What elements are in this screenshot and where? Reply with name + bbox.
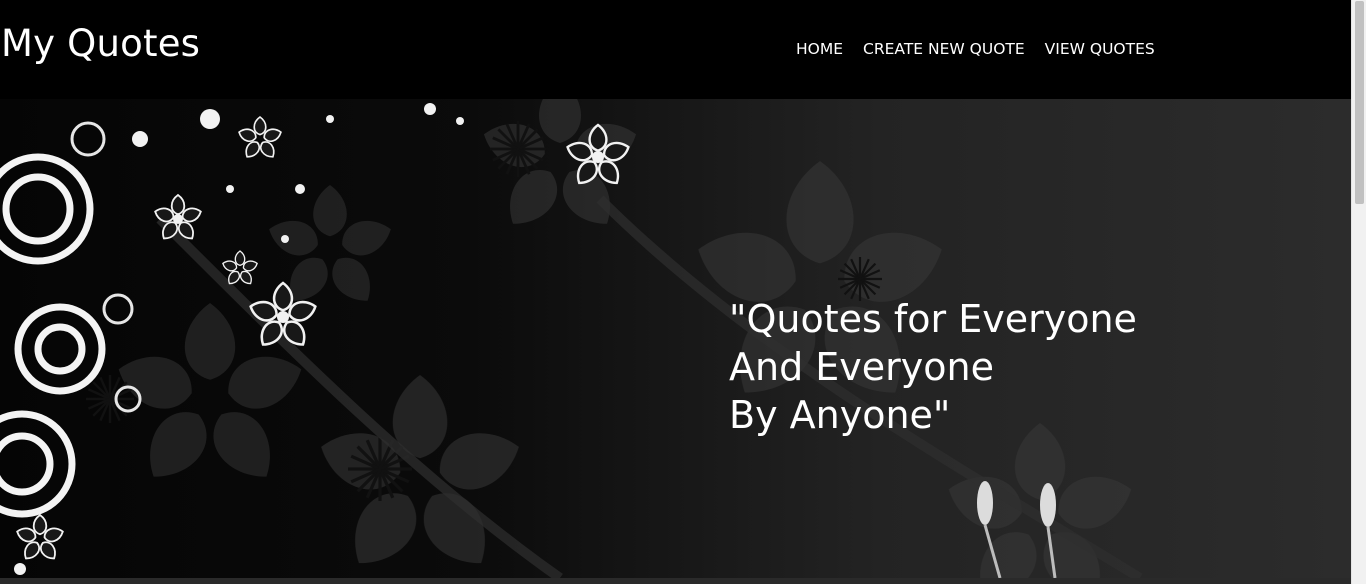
hero-quote-line: "Quotes for Everyone <box>729 297 1137 341</box>
floral-background-image <box>0 99 1143 578</box>
nav-create-quote-link[interactable]: CREATE NEW QUOTE <box>863 38 1025 60</box>
nav-home-link[interactable]: HOME <box>796 38 843 60</box>
navbar: My Quotes HOME CREATE NEW QUOTE VIEW QUO… <box>0 0 1351 99</box>
page: My Quotes HOME CREATE NEW QUOTE VIEW QUO… <box>0 0 1366 584</box>
hero-quote-line: And Everyone <box>729 345 994 389</box>
hero-quote: "Quotes for Everyone And Everyone By Any… <box>729 295 1137 439</box>
nav-links: HOME CREATE NEW QUOTE VIEW QUOTES <box>796 38 1155 60</box>
hero-banner: "Quotes for Everyone And Everyone By Any… <box>0 99 1351 578</box>
scrollbar-thumb[interactable] <box>1355 1 1364 204</box>
brand-title[interactable]: My Quotes <box>1 21 200 67</box>
next-section-edge <box>0 578 1351 584</box>
vertical-scrollbar[interactable] <box>1351 0 1366 584</box>
hero-quote-line: By Anyone" <box>729 393 951 437</box>
nav-view-quotes-link[interactable]: VIEW QUOTES <box>1045 38 1155 60</box>
